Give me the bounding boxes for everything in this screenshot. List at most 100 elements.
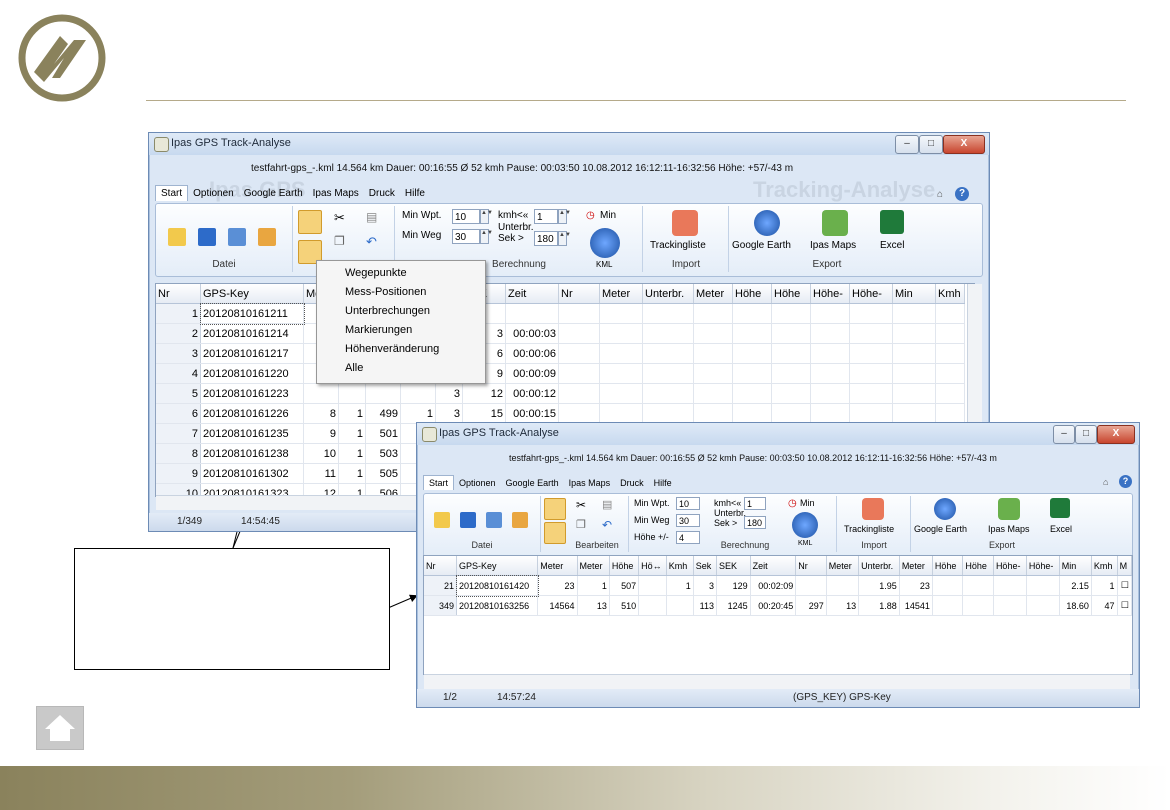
trackingliste-icon[interactable] bbox=[672, 210, 698, 236]
table-row[interactable]: 5 20120810161223 3 12 00:00:12 bbox=[156, 383, 965, 404]
table-row[interactable]: 2201208101612143300:00:03 bbox=[156, 323, 965, 344]
row-number[interactable]: 2 bbox=[156, 323, 201, 344]
row-number[interactable]: 9 bbox=[156, 463, 201, 484]
min-wpt-spinner[interactable]: ▲▼ bbox=[480, 209, 493, 224]
help-icon-2[interactable]: ? bbox=[1119, 475, 1132, 488]
row-number[interactable]: 1 bbox=[156, 303, 201, 324]
column-header[interactable]: Hö↔ bbox=[638, 556, 667, 576]
min-wpt-input-2[interactable]: 10 bbox=[676, 497, 700, 510]
column-header[interactable]: Höhe- bbox=[993, 556, 1027, 576]
column-header[interactable]: Zeit bbox=[750, 556, 797, 576]
tab-start[interactable]: Start bbox=[155, 185, 189, 201]
row-number[interactable]: 3 bbox=[156, 343, 201, 364]
column-header[interactable]: GPS-Key bbox=[456, 556, 539, 576]
save-icon[interactable] bbox=[198, 228, 216, 246]
edit-icon-2[interactable] bbox=[486, 512, 502, 528]
undo-icon[interactable]: ↶ bbox=[366, 234, 377, 250]
google-earth-button[interactable]: Google Earth bbox=[732, 240, 791, 251]
min-weg-input-2[interactable]: 30 bbox=[676, 514, 700, 527]
min-weg-input[interactable]: 30 bbox=[452, 229, 480, 244]
settings-icon[interactable] bbox=[298, 210, 322, 234]
tab-hilfe[interactable]: Hilfe bbox=[400, 186, 430, 201]
column-header[interactable]: Meter bbox=[577, 556, 610, 576]
unlock-icon-2[interactable] bbox=[512, 512, 528, 528]
minimize-button-2[interactable]: – bbox=[1053, 425, 1075, 444]
table-row[interactable]: 4201208101612203900:00:09 bbox=[156, 363, 965, 384]
sek-spinner[interactable]: ▲▼ bbox=[558, 231, 571, 246]
column-header[interactable]: Unterbr. bbox=[858, 556, 900, 576]
trackingliste-button[interactable]: Trackingliste bbox=[650, 240, 706, 251]
row-number[interactable]: 7 bbox=[156, 423, 201, 444]
column-header[interactable]: Meter bbox=[599, 284, 643, 304]
menu-item-alle[interactable]: Alle bbox=[345, 362, 363, 374]
horizontal-scrollbar-2[interactable] bbox=[424, 674, 1130, 689]
copy-icon-2[interactable]: ❐ bbox=[576, 518, 586, 531]
kmh-spinner[interactable]: ▲▼ bbox=[558, 209, 571, 224]
column-header[interactable]: Kmh bbox=[666, 556, 694, 576]
column-header[interactable]: Höhe- bbox=[810, 284, 850, 304]
column-header[interactable]: GPS-Key bbox=[200, 284, 304, 304]
ribbon-collapse-icon[interactable]: ⌂ bbox=[937, 189, 943, 200]
row-number[interactable]: 349 bbox=[424, 595, 457, 616]
table-row[interactable]: 1 20120810161211 bbox=[156, 302, 965, 325]
google-earth-button-2[interactable]: Google Earth bbox=[914, 524, 967, 534]
column-header[interactable]: Höhe bbox=[962, 556, 994, 576]
column-header[interactable]: Höhe bbox=[932, 556, 964, 576]
tab-optionen-2[interactable]: Optionen bbox=[454, 476, 501, 490]
column-header[interactable]: Meter bbox=[537, 556, 578, 576]
min-label-2[interactable]: Min bbox=[800, 498, 815, 508]
hoehe-input-2[interactable]: 4 bbox=[676, 531, 700, 544]
close-button[interactable]: X bbox=[943, 135, 985, 154]
kmh-input-2[interactable]: 1 bbox=[744, 497, 766, 510]
table-row[interactable]: 349 20120810163256 14564 13 510 113 1245 00:20:… bbox=[424, 595, 1132, 616]
column-header[interactable]: Nr bbox=[156, 284, 201, 304]
column-header[interactable]: Meter bbox=[899, 556, 933, 576]
kmh-input[interactable]: 1 bbox=[534, 209, 558, 224]
column-header[interactable]: Höhe bbox=[609, 556, 640, 576]
menu-item-mess-positionen[interactable]: Mess-Positionen bbox=[345, 286, 426, 298]
home-button[interactable] bbox=[36, 706, 84, 750]
ipas-maps-icon-2[interactable] bbox=[998, 498, 1020, 520]
filter-icon-2[interactable] bbox=[544, 522, 566, 544]
edit-icon[interactable] bbox=[228, 228, 246, 246]
min-weg-spinner[interactable]: ▲▼ bbox=[480, 229, 493, 244]
excel-button[interactable]: Excel bbox=[880, 240, 904, 251]
column-header[interactable]: Kmh bbox=[935, 284, 965, 304]
paste-icon[interactable]: ▤ bbox=[366, 210, 377, 224]
menu-item-unterbrechungen[interactable]: Unterbrechungen bbox=[345, 305, 430, 317]
tab-ipas-maps-2[interactable]: Ipas Maps bbox=[564, 476, 616, 490]
excel-icon-2[interactable] bbox=[1050, 498, 1070, 518]
ribbon-collapse-icon-2[interactable]: ⌂ bbox=[1103, 477, 1108, 487]
row-number[interactable]: 21 bbox=[424, 575, 457, 596]
sek-input-2[interactable]: 180 bbox=[744, 516, 766, 529]
tab-google-earth[interactable]: Google Earth bbox=[239, 186, 308, 201]
google-earth-kml-icon-2[interactable] bbox=[792, 512, 818, 538]
maximize-button-2[interactable]: □ bbox=[1075, 425, 1097, 444]
table-row[interactable]: 21 20120810161420 23 1 507 1 3 129 00:02:09 1.95 2… bbox=[424, 574, 1132, 597]
column-header[interactable]: M bbox=[1117, 556, 1132, 576]
min-wpt-input[interactable]: 10 bbox=[452, 209, 480, 224]
ipas-maps-icon[interactable] bbox=[822, 210, 848, 236]
column-header[interactable]: Höhe bbox=[771, 284, 811, 304]
column-header[interactable]: Höhe bbox=[732, 284, 772, 304]
menu-item-wegepunkte[interactable]: Wegepunkte bbox=[345, 267, 407, 279]
unlock-icon[interactable] bbox=[258, 228, 276, 246]
column-header[interactable]: Nr bbox=[558, 284, 600, 304]
close-button-2[interactable]: X bbox=[1097, 425, 1135, 444]
column-header[interactable]: Min bbox=[892, 284, 936, 304]
settings-icon-2[interactable] bbox=[544, 498, 566, 520]
ipas-maps-button-2[interactable]: Ipas Maps bbox=[988, 524, 1030, 534]
excel-icon[interactable] bbox=[880, 210, 904, 234]
column-header[interactable]: Meter bbox=[826, 556, 860, 576]
undo-icon-2[interactable]: ↶ bbox=[602, 518, 612, 532]
tab-druck[interactable]: Druck bbox=[364, 186, 400, 201]
open-folder-icon-2[interactable] bbox=[434, 512, 450, 528]
tab-google-earth-2[interactable]: Google Earth bbox=[501, 476, 564, 490]
column-header[interactable]: Zeit bbox=[505, 284, 559, 304]
tab-druck-2[interactable]: Druck bbox=[615, 476, 649, 490]
column-header[interactable]: Nr bbox=[795, 556, 827, 576]
tab-optionen[interactable]: Optionen bbox=[188, 186, 239, 201]
trackingliste-icon-2[interactable] bbox=[862, 498, 884, 520]
column-header[interactable]: Nr bbox=[424, 556, 457, 576]
table-row[interactable]: 3201208101612173600:00:06 bbox=[156, 343, 965, 364]
